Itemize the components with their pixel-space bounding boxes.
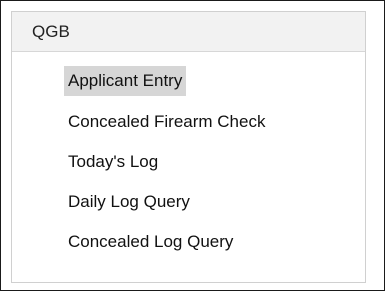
menu-header-label: QGB — [32, 21, 70, 41]
navigation-menu: QGB Applicant Entry Concealed Firearm Ch… — [11, 11, 366, 283]
menu-item-concealed-firearm-check[interactable]: Concealed Firearm Check — [64, 107, 269, 137]
menu-item-concealed-log-query[interactable]: Concealed Log Query — [64, 227, 237, 257]
menu-item-todays-log[interactable]: Today's Log — [64, 147, 162, 177]
menu-item-applicant-entry[interactable]: Applicant Entry — [64, 66, 187, 96]
screenshot-frame: QGB Applicant Entry Concealed Firearm Ch… — [0, 0, 385, 291]
menu-header[interactable]: QGB — [12, 12, 365, 52]
menu-item-daily-log-query[interactable]: Daily Log Query — [64, 187, 194, 217]
